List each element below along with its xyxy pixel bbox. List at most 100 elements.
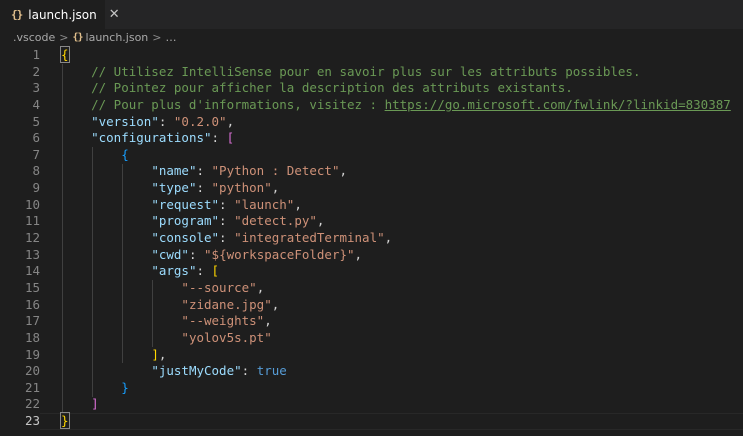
code-token: "integratedTerminal" xyxy=(234,230,385,246)
code-token: : xyxy=(196,163,212,179)
code-token: "yolov5s.pt" xyxy=(181,329,272,345)
code-token: : xyxy=(196,263,212,279)
code-line[interactable]: { xyxy=(61,147,731,164)
code-line[interactable]: "configurations": [ xyxy=(61,130,731,147)
tab-launch-json[interactable]: {} launch.json ✕ xyxy=(0,0,120,29)
code-token: // Utilisez IntelliSense pour en savoir … xyxy=(61,63,641,79)
code-token: "Python : Detect" xyxy=(211,163,340,179)
code-line[interactable]: } xyxy=(60,412,731,430)
code-line[interactable]: } xyxy=(61,380,731,397)
code-token: "configurations" xyxy=(91,130,212,146)
code-token: , xyxy=(384,230,393,246)
code-token: , xyxy=(158,346,167,362)
code-line[interactable]: "request": "launch", xyxy=(61,197,731,214)
code-line[interactable]: // Utilisez IntelliSense pour en savoir … xyxy=(61,64,731,81)
chevron-right-icon: > xyxy=(152,31,162,44)
code-line[interactable]: { xyxy=(60,46,731,64)
code-line[interactable]: "--weights", xyxy=(61,313,731,330)
code-line[interactable]: ], xyxy=(61,347,731,364)
code-token: , xyxy=(339,163,347,179)
code-editor[interactable]: 1 2 3 4 5 6 7 8 9 10 11 12 13 14 15 16 17 18 19 20 21 22 23 { … xyxy=(0,46,743,436)
code-line[interactable]: // Pour plus d'informations, visitez : h… xyxy=(61,97,731,114)
code-line[interactable]: // Pointez pour afficher la description … xyxy=(61,80,731,97)
code-token: "type" xyxy=(151,180,197,196)
json-file-icon: {} xyxy=(11,8,23,21)
code-link[interactable]: https://go.microsoft.com/fwlink/?linkid=… xyxy=(385,97,731,112)
tab-bar: {} launch.json ✕ xyxy=(0,0,743,29)
line-number: 8 xyxy=(32,163,40,179)
close-icon[interactable]: ✕ xyxy=(109,7,120,22)
code-line[interactable]: "--source", xyxy=(61,280,731,297)
code-token: : xyxy=(219,196,235,212)
line-number: 6 xyxy=(32,130,40,146)
line-number: 10 xyxy=(24,196,40,212)
breadcrumb-file[interactable]: launch.json xyxy=(86,31,149,44)
chevron-right-icon: > xyxy=(59,31,69,44)
code-token: : xyxy=(196,180,212,196)
line-number: 19 xyxy=(24,346,40,362)
line-number: 5 xyxy=(32,113,40,129)
code-token: "args" xyxy=(151,263,197,279)
line-number: 15 xyxy=(24,279,40,295)
json-file-icon: {} xyxy=(72,32,83,43)
line-number: 23 xyxy=(24,413,40,429)
code-token: "python" xyxy=(211,180,272,196)
code-token: ] xyxy=(91,396,99,412)
code-token: true xyxy=(256,363,287,379)
code-line[interactable]: "zidane.jpg", xyxy=(61,297,731,314)
code-line[interactable]: "version": "0.2.0", xyxy=(61,114,731,131)
code-token: "console" xyxy=(151,230,220,246)
code-token: "zidane.jpg" xyxy=(181,296,272,312)
code-token: [ xyxy=(211,263,220,279)
code-token: , xyxy=(271,180,280,196)
code-token: , xyxy=(316,213,325,229)
code-area[interactable]: { // Utilisez IntelliSense pour en savoi… xyxy=(60,46,731,430)
code-token: , xyxy=(294,196,302,212)
breadcrumb-symbols[interactable]: … xyxy=(166,31,177,44)
code-token: "justMyCode" xyxy=(151,363,242,379)
line-number-gutter: 1 2 3 4 5 6 7 8 9 10 11 12 13 14 15 16 17 18 19 20 21 22 23 xyxy=(0,47,40,430)
code-token: "request" xyxy=(151,196,220,212)
code-token: "0.2.0" xyxy=(173,113,227,129)
code-line[interactable]: "name": "Python : Detect", xyxy=(61,163,731,180)
line-number: 11 xyxy=(24,213,40,229)
code-line[interactable]: "console": "integratedTerminal", xyxy=(61,230,731,247)
code-token: , xyxy=(354,246,363,262)
code-token: "${workspaceFolder}" xyxy=(204,246,355,262)
line-number: 18 xyxy=(24,329,40,345)
line-number: 1 xyxy=(32,47,40,62)
line-number: 16 xyxy=(24,296,40,312)
code-line[interactable]: "yolov5s.pt" xyxy=(61,330,731,347)
line-number: 21 xyxy=(24,379,40,395)
line-number: 12 xyxy=(24,230,40,246)
tab-label: launch.json xyxy=(28,7,97,22)
code-token: "--source" xyxy=(181,279,257,295)
line-number: 20 xyxy=(24,363,40,379)
code-line[interactable]: "type": "python", xyxy=(61,180,731,197)
code-token: , xyxy=(271,296,280,312)
code-line[interactable]: "args": [ xyxy=(61,263,731,280)
code-line[interactable]: ] xyxy=(61,396,731,413)
code-token: "cwd" xyxy=(151,246,189,262)
code-token: "version" xyxy=(91,113,159,129)
code-line[interactable]: "justMyCode": true xyxy=(61,363,731,380)
code-token: , xyxy=(256,279,265,295)
code-line[interactable]: "cwd": "${workspaceFolder}", xyxy=(61,247,731,264)
code-token: : xyxy=(211,130,227,146)
code-token: "name" xyxy=(151,163,197,179)
code-token: : xyxy=(188,246,205,262)
line-number: 7 xyxy=(32,146,40,162)
breadcrumb-folder[interactable]: .vscode xyxy=(13,31,55,44)
code-line[interactable]: "program": "detect.py", xyxy=(61,213,731,230)
